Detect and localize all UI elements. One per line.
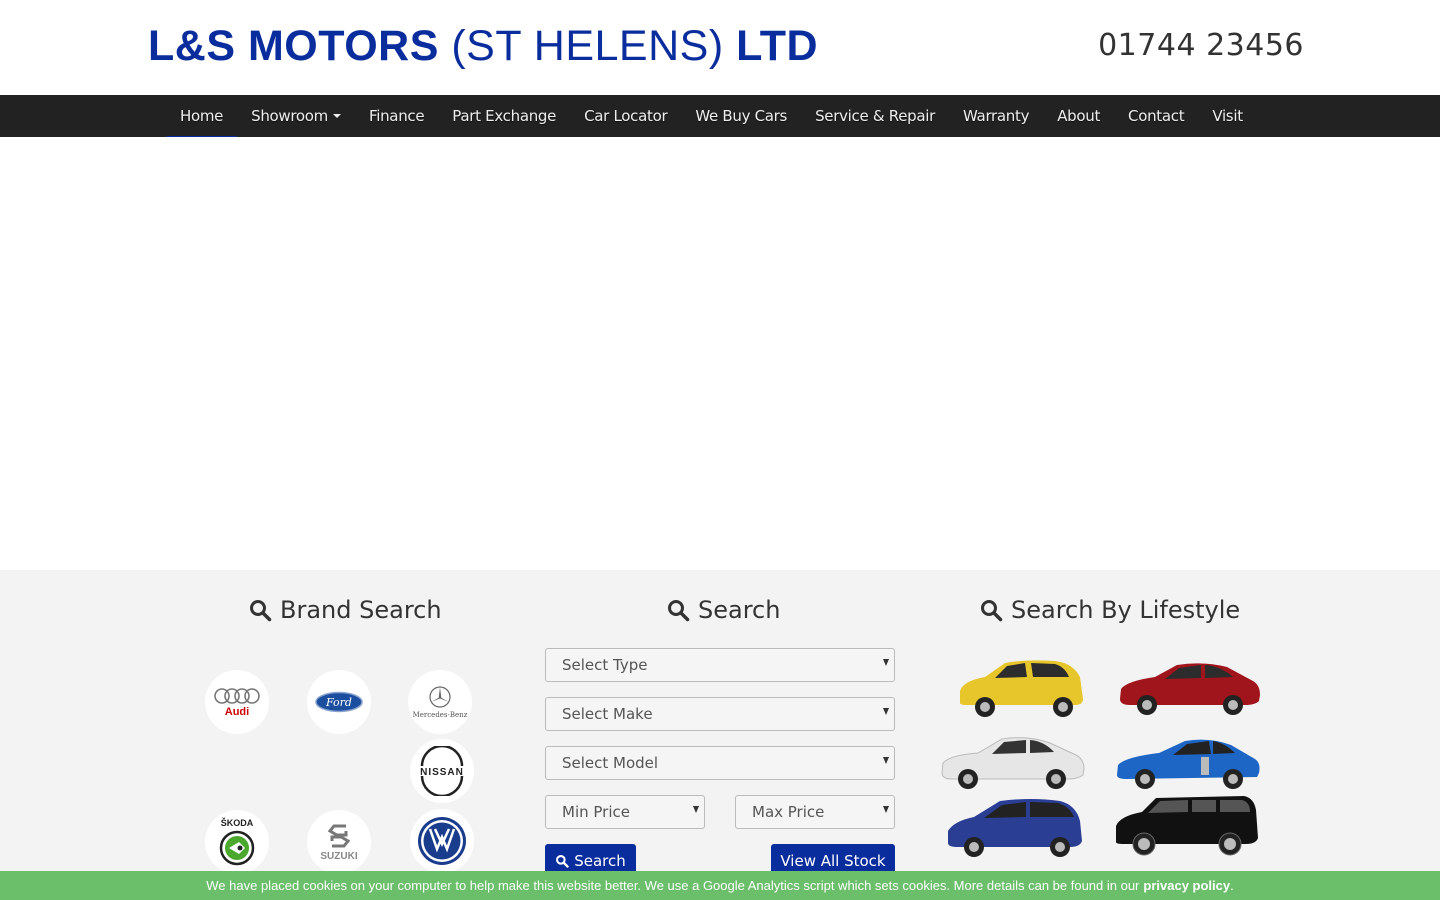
nav-item-finance[interactable]: Finance bbox=[355, 95, 438, 137]
main-nav: Home Showroom Finance Part Exchange Car … bbox=[0, 95, 1440, 138]
min-price-value: Min Price bbox=[562, 803, 630, 821]
lifestyle-heading: Search By Lifestyle bbox=[979, 596, 1240, 624]
dropdown-arrow-icon bbox=[883, 757, 889, 764]
search-band: Brand Search Audi Ford Mercedes-Benz NIS… bbox=[0, 570, 1440, 900]
privacy-policy-link[interactable]: privacy policy bbox=[1143, 878, 1230, 893]
logo-text-location: (ST HELENS) bbox=[451, 22, 724, 70]
nav-item-visit[interactable]: Visit bbox=[1198, 95, 1256, 137]
brand-audi-label: Audi bbox=[224, 705, 250, 718]
nav-item-home[interactable]: Home bbox=[166, 95, 238, 138]
skoda-arrow-icon bbox=[219, 830, 255, 866]
select-model-value: Select Model bbox=[562, 754, 659, 772]
select-type[interactable]: Select Type bbox=[545, 648, 895, 682]
cookie-text: We have placed cookies on your computer … bbox=[206, 878, 1140, 893]
site-logo[interactable]: L&S MOTORS (ST HELENS) LTD bbox=[148, 20, 818, 72]
max-price-value: Max Price bbox=[752, 803, 825, 821]
ford-oval-icon: Ford bbox=[315, 691, 363, 713]
select-make-value: Select Make bbox=[562, 705, 653, 723]
nav-item-car-locator[interactable]: Car Locator bbox=[570, 95, 681, 137]
search-icon bbox=[668, 600, 690, 622]
search-icon bbox=[250, 600, 272, 622]
nav-item-label: Showroom bbox=[251, 107, 328, 125]
nav-item-showroom[interactable]: Showroom bbox=[237, 95, 355, 137]
vw-logo-icon bbox=[418, 817, 466, 865]
lifestyle-saloon-car[interactable] bbox=[1115, 655, 1265, 720]
logo-text-suffix: LTD bbox=[736, 22, 819, 70]
dropdown-arrow-icon bbox=[883, 708, 889, 715]
brand-mercedes-label: Mercedes-Benz bbox=[412, 711, 468, 719]
svg-text:NISSAN: NISSAN bbox=[420, 767, 464, 778]
select-max-price[interactable]: Max Price bbox=[735, 795, 895, 829]
select-type-value: Select Type bbox=[562, 656, 648, 674]
brand-volkswagen[interactable] bbox=[410, 809, 474, 873]
brand-mercedes[interactable]: Mercedes-Benz bbox=[408, 670, 472, 734]
nav-item-warranty[interactable]: Warranty bbox=[949, 95, 1043, 137]
brand-suzuki[interactable]: SUZUKI bbox=[307, 810, 371, 874]
nav-item-we-buy-cars[interactable]: We Buy Cars bbox=[681, 95, 801, 137]
caret-down-icon bbox=[333, 114, 341, 118]
suzuki-s-icon bbox=[327, 824, 351, 847]
lifestyle-hatchback-car[interactable] bbox=[945, 655, 1095, 720]
search-heading: Search bbox=[666, 596, 780, 624]
lifestyle-title: Search By Lifestyle bbox=[1011, 596, 1241, 624]
brand-search-heading: Brand Search bbox=[248, 596, 442, 624]
view-all-stock-label: View All Stock bbox=[780, 852, 886, 870]
cookie-notice: We have placed cookies on your computer … bbox=[0, 871, 1440, 900]
brand-search-title: Brand Search bbox=[280, 596, 442, 624]
select-make[interactable]: Select Make bbox=[545, 697, 895, 731]
nav-item-about[interactable]: About bbox=[1043, 95, 1114, 137]
svg-text:Ford: Ford bbox=[325, 696, 352, 709]
cookie-text-end: . bbox=[1230, 878, 1234, 893]
dropdown-arrow-icon bbox=[883, 806, 889, 813]
nav-item-service-repair[interactable]: Service & Repair bbox=[801, 95, 949, 137]
search-title: Search bbox=[698, 596, 781, 624]
dropdown-arrow-icon bbox=[693, 806, 699, 813]
brand-nissan[interactable]: NISSAN bbox=[410, 739, 474, 803]
brand-ford[interactable]: Ford bbox=[307, 670, 371, 734]
brand-audi[interactable]: Audi bbox=[205, 670, 269, 734]
brand-suzuki-label: SUZUKI bbox=[320, 850, 358, 862]
lifestyle-coupe-car[interactable] bbox=[938, 727, 1088, 792]
mercedes-star-icon bbox=[429, 686, 451, 708]
lifestyle-suv-car[interactable] bbox=[1112, 792, 1262, 857]
search-icon bbox=[556, 855, 569, 868]
search-button-label: Search bbox=[574, 852, 626, 870]
nissan-logo-icon: NISSAN bbox=[420, 746, 464, 796]
logo-text-main: L&S MOTORS bbox=[148, 22, 439, 70]
hero-banner bbox=[0, 137, 1440, 570]
brand-skoda-label: ŠKODA bbox=[220, 818, 254, 828]
site-header: L&S MOTORS (ST HELENS) LTD 01744 23456 bbox=[0, 0, 1440, 95]
lifestyle-mpv-car[interactable] bbox=[940, 795, 1090, 860]
phone-number[interactable]: 01744 23456 bbox=[1098, 28, 1304, 63]
audi-rings-icon bbox=[214, 687, 260, 704]
nav-item-contact[interactable]: Contact bbox=[1114, 95, 1198, 137]
search-icon bbox=[981, 600, 1003, 622]
brand-skoda[interactable]: ŠKODA bbox=[205, 810, 269, 874]
select-model[interactable]: Select Model bbox=[545, 746, 895, 780]
lifestyle-sports-car[interactable] bbox=[1113, 727, 1263, 792]
nav-item-part-exchange[interactable]: Part Exchange bbox=[438, 95, 570, 137]
dropdown-arrow-icon bbox=[883, 659, 889, 666]
select-min-price[interactable]: Min Price bbox=[545, 795, 705, 829]
